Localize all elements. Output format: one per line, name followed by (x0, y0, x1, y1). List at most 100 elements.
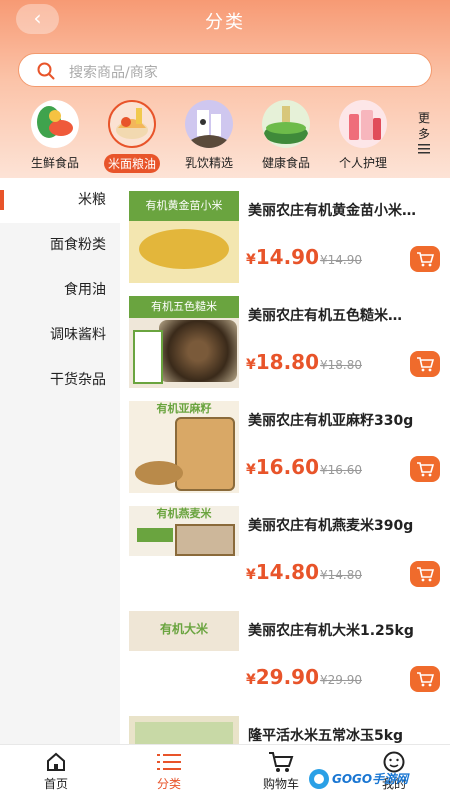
product-thumbnail: 有机黄金苗小米 (129, 191, 239, 283)
category-label: 生鲜食品 (30, 156, 79, 170)
list-icon (157, 754, 181, 770)
original-price: ¥16.60 (320, 463, 362, 477)
add-to-cart-button[interactable] (410, 456, 440, 482)
jar (175, 417, 235, 491)
search-icon (37, 62, 55, 80)
grain-oil-icon (108, 100, 156, 148)
rice-bag (135, 722, 233, 744)
product-price: ¥16.60 (246, 455, 319, 479)
product-name: 隆平活水米五常冰玉5kg (248, 728, 404, 744)
more-label: 多 (417, 127, 430, 141)
category-label: 健康食品 (261, 156, 310, 170)
dairy-drink-icon (185, 100, 233, 148)
cart-icon (417, 567, 434, 582)
product-item[interactable]: 有机五色糙米 美丽农庄有机五色糙米… ¥18.80 ¥18.80 (120, 283, 450, 388)
product-thumbnail: 有机五色糙米 (129, 296, 239, 388)
price-value: 29.90 (255, 665, 320, 689)
watermark: GOGO手游网 (308, 768, 414, 790)
product-name: 美丽农庄有机亚麻籽330g (248, 413, 414, 429)
cart-icon (269, 752, 294, 772)
personal-care-icon (339, 100, 387, 148)
price-value: 14.80 (255, 560, 320, 584)
menu-lines-icon (418, 144, 430, 154)
seed-pile (135, 461, 183, 485)
thumb-label: 有机燕麦米 (156, 507, 212, 520)
tab-cart[interactable]: 购物车 (246, 751, 316, 792)
tab-label: 首页 (43, 777, 68, 791)
original-price: ¥14.80 (320, 568, 362, 582)
thumb-label: 有机黄金苗小米 (129, 191, 239, 221)
product-price: ¥18.80 (246, 350, 319, 374)
search-input[interactable]: 搜索商品/商家 (18, 53, 432, 87)
tab-label: 购物车 (262, 777, 299, 791)
product-price: ¥14.90 (246, 245, 319, 269)
product-name: 美丽农庄有机五色糙米… (248, 308, 402, 324)
tag (137, 528, 173, 542)
sidebar-item-flour[interactable]: 面食粉类 (0, 223, 120, 268)
thumb-label: 有机亚麻籽 (156, 402, 212, 415)
product-name: 美丽农庄有机燕麦米390g (248, 518, 414, 534)
search-placeholder: 搜索商品/商家 (69, 65, 158, 81)
cart-icon (417, 462, 434, 477)
sidebar-item-rice[interactable]: 米粮 (0, 178, 120, 223)
product-item[interactable]: 隆平活水米五常冰玉5kg (120, 703, 450, 744)
jar (133, 330, 163, 384)
product-thumbnail (129, 716, 239, 744)
category-label: 乳饮精选 (184, 156, 233, 170)
tab-home[interactable]: 首页 (21, 751, 91, 792)
product-item[interactable]: 有机大米 美丽农庄有机大米1.25kg ¥29.90 ¥29.90 (120, 598, 450, 703)
product-thumbnail: 有机亚麻籽 (129, 401, 239, 493)
cart-icon (417, 672, 434, 687)
category-fresh-food[interactable]: 生鲜食品 (20, 100, 90, 171)
jar (175, 524, 235, 556)
cart-icon (417, 357, 434, 372)
tab-category[interactable]: 分类 (134, 751, 204, 792)
currency: ¥ (246, 567, 256, 583)
category-dairy-drink[interactable]: 乳饮精选 (174, 100, 244, 171)
category-label: 个人护理 (338, 156, 387, 170)
price-value: 18.80 (255, 350, 320, 374)
product-name: 美丽农庄有机大米1.25kg (248, 623, 414, 639)
currency: ¥ (246, 462, 256, 478)
more-categories-button[interactable]: 更 多 (414, 110, 434, 158)
currency: ¥ (246, 672, 256, 688)
add-to-cart-button[interactable] (410, 246, 440, 272)
rice-mix (159, 320, 237, 382)
tab-label: 分类 (156, 777, 181, 791)
sidebar-item-dry-goods[interactable]: 干货杂品 (0, 358, 120, 403)
product-price: ¥14.80 (246, 560, 319, 584)
currency: ¥ (246, 357, 256, 373)
sidebar-item-oil[interactable]: 食用油 (0, 268, 120, 313)
product-thumbnail: 有机大米 (129, 611, 239, 651)
original-price: ¥14.90 (320, 253, 362, 267)
watermark-text: GOGO手游网 (332, 772, 409, 786)
product-price: ¥29.90 (246, 665, 319, 689)
category-grain-oil[interactable]: 米面粮油 (97, 100, 167, 173)
thumb-label: 有机五色糙米 (129, 296, 239, 318)
fresh-food-icon (31, 100, 79, 148)
category-personal-care[interactable]: 个人护理 (328, 100, 398, 171)
product-list: 有机黄金苗小米 美丽农庄有机黄金苗小米… ¥14.90 ¥14.90 有机五色糙… (120, 178, 450, 744)
cart-icon (417, 252, 434, 267)
product-name: 美丽农庄有机黄金苗小米… (248, 203, 416, 219)
add-to-cart-button[interactable] (410, 666, 440, 692)
watermark-logo-icon (309, 769, 329, 789)
title-bar: ‹ 分类 (0, 0, 450, 40)
price-value: 14.90 (255, 245, 320, 269)
more-label: 更 (417, 111, 430, 125)
home-icon (47, 752, 65, 771)
product-item[interactable]: 有机黄金苗小米 美丽农庄有机黄金苗小米… ¥14.90 ¥14.90 (120, 178, 450, 283)
original-price: ¥29.90 (320, 673, 362, 687)
product-item[interactable]: 有机亚麻籽 美丽农庄有机亚麻籽330g ¥16.60 ¥16.60 (120, 388, 450, 493)
millet-pile (139, 229, 229, 269)
add-to-cart-button[interactable] (410, 561, 440, 587)
category-label: 米面粮油 (103, 154, 160, 173)
original-price: ¥18.80 (320, 358, 362, 372)
product-item[interactable]: 有机燕麦米 美丽农庄有机燕麦米390g ¥14.80 ¥14.80 (120, 493, 450, 598)
category-healthy-food[interactable]: 健康食品 (251, 100, 321, 171)
currency: ¥ (246, 252, 256, 268)
add-to-cart-button[interactable] (410, 351, 440, 377)
page-title: 分类 (205, 12, 245, 33)
sidebar-item-sauce[interactable]: 调味酱料 (0, 313, 120, 358)
subcategory-sidebar: 米粮 面食粉类 食用油 调味酱料 干货杂品 (0, 178, 120, 744)
